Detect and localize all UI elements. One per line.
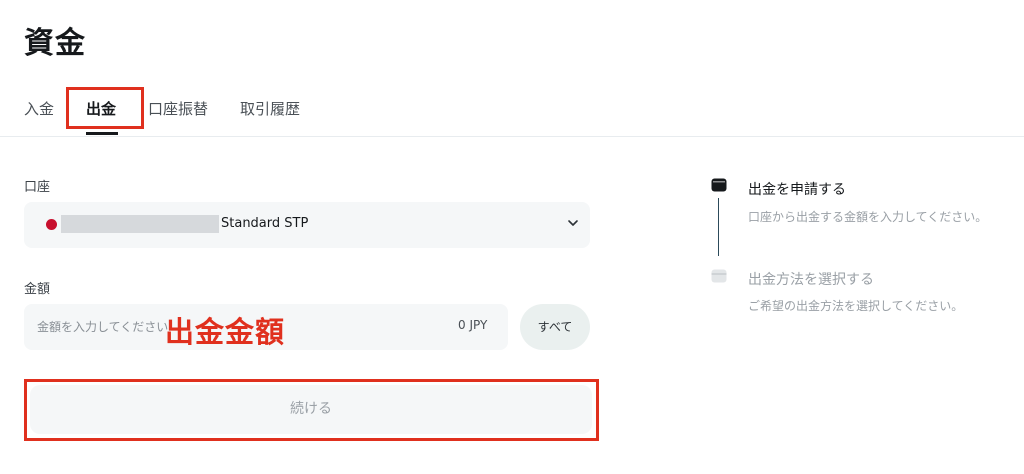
tab-account-transfer[interactable]: 口座振替	[148, 98, 208, 119]
step-2-description: ご希望の出金方法を選択してください。	[748, 299, 964, 313]
card-icon	[711, 269, 727, 283]
tab-transaction-history[interactable]: 取引履歴	[240, 98, 300, 119]
wallet-icon	[711, 178, 727, 192]
step-1-description: 口座から出金する金額を入力してください。	[748, 210, 988, 224]
tabs-divider	[0, 136, 1024, 137]
amount-input-placeholder: 金額を入力してください	[37, 320, 169, 334]
chevron-down-icon[interactable]	[566, 216, 580, 230]
step-1-title: 出金を申請する	[748, 182, 846, 198]
step-2-title: 出金方法を選択する	[748, 272, 874, 288]
amount-label: 金額	[24, 282, 51, 297]
tab-deposit[interactable]: 入金	[24, 98, 54, 119]
account-select-value: Standard STP	[221, 216, 309, 231]
step-connector	[718, 198, 719, 256]
amount-annotation: 出金金額	[165, 315, 286, 349]
account-status-dot	[46, 219, 57, 230]
amount-currency-value: 0 JPY	[458, 318, 488, 332]
active-tab-indicator	[86, 132, 118, 135]
continue-button-highlight	[24, 379, 599, 441]
page-title: 資金	[24, 26, 86, 61]
account-label: 口座	[24, 180, 51, 195]
masked-account-number	[61, 215, 219, 233]
all-amount-button[interactable]: すべて	[520, 304, 590, 350]
withdrawal-tab-highlight	[66, 87, 144, 129]
